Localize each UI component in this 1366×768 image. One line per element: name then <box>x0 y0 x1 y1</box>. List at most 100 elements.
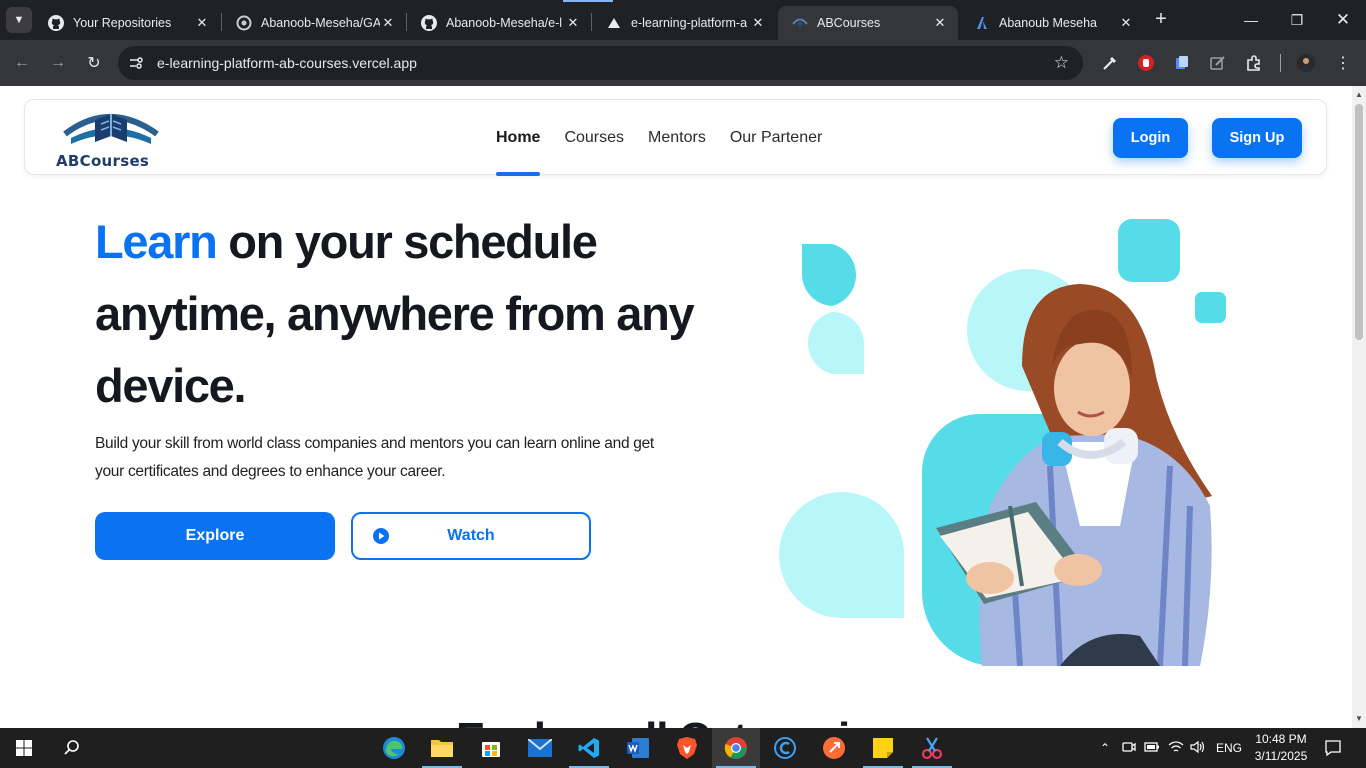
start-windows-icon[interactable] <box>0 728 48 768</box>
windows-taskbar: ⌃ ENG 10:48 PM 3/11/2025 <box>0 728 1366 768</box>
tab-abanoob-elearning[interactable]: Abanoob-Meseha/e-l ✕ <box>407 6 591 40</box>
browser-tab-strip: ▼ Your Repositories ✕ Abanoob-Meseha/GA … <box>0 0 1366 40</box>
tab-title: Abanoob-Meseha/GA <box>261 16 380 30</box>
chrome-icon[interactable] <box>712 728 760 768</box>
close-window-button[interactable]: ✕ <box>1320 0 1366 40</box>
copy-extension-icon[interactable] <box>1171 52 1193 74</box>
clock-date: 3/11/2025 <box>1254 749 1308 763</box>
scroll-up-arrow-icon[interactable]: ▲ <box>1355 90 1363 100</box>
tab-abanoob-ga[interactable]: Abanoob-Meseha/GA ✕ <box>222 6 406 40</box>
edit-extension-icon[interactable] <box>1207 52 1229 74</box>
nav-home[interactable]: Home <box>496 100 541 176</box>
edge-icon[interactable] <box>370 728 418 768</box>
nav-mentors[interactable]: Mentors <box>648 100 706 176</box>
hand-extension-icon[interactable] <box>1135 52 1157 74</box>
decor-blob-bottom-left <box>779 492 904 618</box>
word-icon[interactable] <box>614 728 662 768</box>
site-info-icon[interactable] <box>128 55 144 71</box>
scroll-down-arrow-icon[interactable]: ▼ <box>1355 714 1363 724</box>
globe-icon <box>236 15 252 31</box>
wifi-icon[interactable] <box>1168 740 1184 757</box>
main-nav: Home Courses Mentors Our Partener <box>496 100 846 176</box>
new-tab-button[interactable]: + <box>1150 8 1172 30</box>
snipping-tool-icon[interactable] <box>908 728 956 768</box>
tab-title: Abanoob-Meseha/e-l <box>446 16 563 30</box>
watch-button[interactable]: Watch <box>351 512 591 560</box>
signup-button[interactable]: Sign Up <box>1212 118 1302 158</box>
back-button[interactable]: ← <box>10 51 34 75</box>
abcourses-icon <box>792 15 808 31</box>
tab-title: e-learning-platform-a <box>631 16 748 30</box>
store-icon[interactable] <box>467 728 515 768</box>
explore-button[interactable]: Explore <box>95 512 335 560</box>
mail-icon[interactable] <box>516 728 564 768</box>
github-icon <box>48 15 64 31</box>
tab-close-icon[interactable]: ✕ <box>380 15 396 31</box>
section-title-explore-categories: Explore all Categories <box>456 714 897 728</box>
decor-blob-top-left <box>801 244 857 306</box>
battery-icon[interactable] <box>1144 741 1160 756</box>
hero-title: Learn on your schedule anytime, anywhere… <box>95 206 715 422</box>
tab-title: ABCourses <box>817 16 881 30</box>
page-scrollbar[interactable]: ▲ ▼ <box>1352 86 1366 728</box>
tab-abanoub-meseha[interactable]: Abanoub Meseha ✕ <box>960 6 1144 40</box>
taskbar-clock[interactable]: 10:48 PM 3/11/2025 <box>1252 731 1310 765</box>
system-tray: ⌃ ENG <box>1098 728 1242 768</box>
github-icon <box>421 15 437 31</box>
notifications-icon[interactable] <box>1310 728 1356 768</box>
postman-icon[interactable] <box>810 728 858 768</box>
tab-title: Your Repositories <box>73 16 172 30</box>
tab-close-icon[interactable]: ✕ <box>1118 15 1134 31</box>
c-app-icon[interactable] <box>761 728 809 768</box>
show-hidden-icons-chevron-icon[interactable]: ⌃ <box>1098 741 1112 755</box>
tab-title: Abanoub Meseha <box>999 16 1097 30</box>
tab-vercel-elearning[interactable]: e-learning-platform-a ✕ <box>592 6 776 40</box>
minimize-button[interactable]: — <box>1228 0 1274 40</box>
extensions-puzzle-icon[interactable] <box>1243 52 1265 74</box>
logo-book-icon <box>63 114 159 144</box>
hero-description: Build your skill from world class compan… <box>95 435 654 480</box>
tab-close-icon[interactable]: ✕ <box>750 15 766 31</box>
tab-close-icon[interactable]: ✕ <box>194 15 210 31</box>
eyedropper-extension-icon[interactable] <box>1099 52 1121 74</box>
tab-close-icon[interactable]: ✕ <box>565 15 581 31</box>
play-icon <box>373 528 389 544</box>
tab-abcourses[interactable]: ABCourses ✕ <box>778 6 958 40</box>
bookmark-star-icon[interactable]: ☆ <box>1054 53 1069 73</box>
scrollbar-thumb[interactable] <box>1355 104 1363 340</box>
reload-button[interactable]: ↻ <box>82 51 106 75</box>
vscode-icon[interactable] <box>565 728 613 768</box>
tab-your-repositories[interactable]: Your Repositories ✕ <box>34 6 220 40</box>
brave-icon[interactable] <box>663 728 711 768</box>
volume-icon[interactable] <box>1190 740 1206 757</box>
nav-our-partener[interactable]: Our Partener <box>730 100 822 176</box>
tab-close-icon[interactable]: ✕ <box>932 15 948 31</box>
sticky-notes-icon[interactable] <box>859 728 907 768</box>
decor-blob-left <box>807 312 864 374</box>
tab-loading-indicator <box>563 0 613 2</box>
decor-square-top-right <box>1118 219 1180 282</box>
login-button[interactable]: Login <box>1113 118 1188 158</box>
clock-time: 10:48 PM <box>1255 732 1307 746</box>
vercel-icon <box>606 15 622 31</box>
page-viewport: ABCourses Home Courses Mentors Our Parte… <box>0 86 1352 728</box>
url-text: e-learning-platform-ab-courses.vercel.ap… <box>157 55 417 71</box>
abcourses-logo[interactable]: ABCourses <box>55 108 175 170</box>
restore-button[interactable]: ❐ <box>1274 0 1320 40</box>
file-explorer-icon[interactable] <box>418 728 466 768</box>
hero-illustration <box>779 219 1226 667</box>
browser-toolbar: ← → ↻ e-learning-platform-ab-courses.ver… <box>0 40 1366 86</box>
browser-menu-button[interactable]: ⋮ <box>1332 52 1354 74</box>
address-bar[interactable]: e-learning-platform-ab-courses.vercel.ap… <box>118 46 1083 80</box>
meet-now-icon[interactable] <box>1122 740 1136 757</box>
watch-label: Watch <box>447 527 495 544</box>
nav-courses[interactable]: Courses <box>564 100 624 176</box>
input-language[interactable]: ENG <box>1216 741 1242 755</box>
tab-search-button[interactable]: ▼ <box>6 7 32 33</box>
hero-title-accent: Learn <box>95 215 218 268</box>
forward-button[interactable]: → <box>46 51 70 75</box>
brand-name: ABCourses <box>56 152 150 170</box>
profile-avatar[interactable] <box>1295 52 1317 74</box>
search-icon[interactable] <box>48 728 96 768</box>
decor-square-small <box>1195 292 1226 323</box>
